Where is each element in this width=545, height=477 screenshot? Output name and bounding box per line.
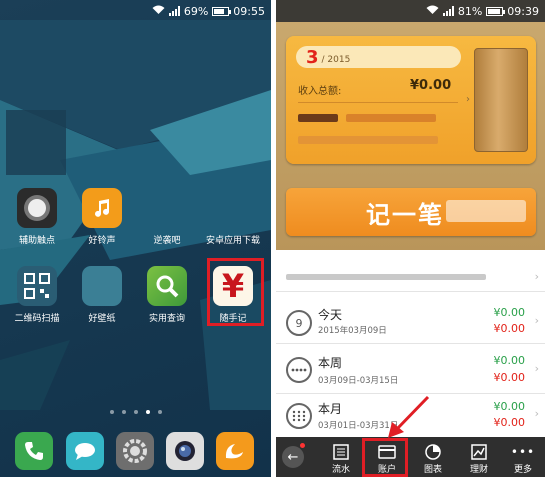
message-icon[interactable] <box>66 432 104 470</box>
row-income: ¥0.00 <box>493 354 526 367</box>
row-income: ¥0.00 <box>493 306 526 319</box>
month-number: 3 <box>306 46 319 68</box>
camera-icon[interactable] <box>166 432 204 470</box>
calendar-month-icon <box>286 403 312 429</box>
highlight-account-tab <box>362 438 408 477</box>
row-income: ¥0.00 <box>493 400 526 413</box>
obscured-text <box>446 200 526 222</box>
bottom-tab-bar: ← 流水 账户 图表 理财 ••• 更多 <box>276 437 545 477</box>
clock: 09:39 <box>507 4 539 18</box>
list-item[interactable]: › <box>276 262 545 292</box>
wallpaper-icon <box>82 266 122 306</box>
list-icon <box>332 443 350 461</box>
tab-finance[interactable]: 理财 <box>456 437 502 477</box>
phone-icon[interactable] <box>15 432 53 470</box>
tab-flow[interactable]: 流水 <box>318 437 364 477</box>
obscured-text <box>286 274 486 280</box>
trend-chart-icon <box>470 443 488 461</box>
circle-button-icon <box>17 188 57 228</box>
row-expense: ¥0.00 <box>493 371 526 384</box>
app-screen: 81% 09:39 3 / 2015 收入总额: ¥0.00 › 记一笔 › 9… <box>276 0 545 477</box>
row-title: 本周 <box>318 356 343 370</box>
row-subtitle: 2015年03月09日 <box>318 326 387 336</box>
month-pill: 3 / 2015 <box>296 46 461 68</box>
signal-icon <box>168 6 180 16</box>
chevron-right-icon: › <box>534 407 539 420</box>
music-note-icon <box>82 188 122 228</box>
tab-more[interactable]: ••• 更多 <box>500 437 545 477</box>
home-screen: 69% 09:55 辅助触点 好铃声 逆袭吧 安卓应用下载 二维码扫描 好壁纸 <box>0 0 271 477</box>
year-label: / 2015 <box>321 54 351 65</box>
pie-chart-icon <box>424 443 442 461</box>
row-expense: ¥0.00 <box>493 322 526 335</box>
income-value: ¥0.00 <box>410 78 452 93</box>
app-nixiba[interactable]: 逆袭吧 <box>133 188 201 246</box>
wifi-icon <box>426 5 439 18</box>
uc-browser-icon[interactable] <box>216 432 254 470</box>
red-arrow-icon <box>388 395 430 438</box>
clock: 09:55 <box>233 4 265 18</box>
app-icon <box>147 188 187 228</box>
record-button[interactable]: 记一笔 <box>286 188 536 236</box>
row-title: 今天 <box>318 308 343 322</box>
obscured-text <box>298 114 338 122</box>
app-qr-scan[interactable]: 二维码扫描 <box>3 266 71 324</box>
summary-card[interactable]: 3 / 2015 收入总额: ¥0.00 › <box>286 36 536 164</box>
app-wallpaper[interactable]: 好壁纸 <box>68 266 136 324</box>
magnifier-icon <box>147 266 187 306</box>
qr-code-icon <box>17 266 57 306</box>
app-query[interactable]: 实用查询 <box>133 266 201 324</box>
obscured-text <box>346 114 436 122</box>
status-bar: 81% 09:39 <box>276 0 545 22</box>
app-android-download[interactable]: 安卓应用下载 <box>199 188 267 246</box>
wallet-image <box>474 48 528 152</box>
row-subtitle: 03月09日-03月15日 <box>318 376 399 386</box>
signal-icon <box>442 6 454 16</box>
chevron-right-icon: › <box>466 94 470 105</box>
chevron-right-icon: › <box>534 314 539 327</box>
battery-icon <box>212 6 232 16</box>
row-title: 本月 <box>318 402 343 416</box>
dock <box>0 428 271 474</box>
calendar-day-icon: 9 <box>286 310 312 336</box>
more-icon: ••• <box>510 445 536 459</box>
calendar-week-icon <box>286 357 312 383</box>
notification-dot <box>300 443 305 448</box>
battery-percent: 69% <box>183 4 209 18</box>
wifi-icon <box>152 5 165 18</box>
divider <box>298 102 458 103</box>
app-assistive-touch[interactable]: 辅助触点 <box>3 188 71 246</box>
tab-chart[interactable]: 图表 <box>410 437 456 477</box>
chevron-right-icon: › <box>534 362 539 375</box>
highlight-suishouji <box>207 258 264 326</box>
battery-icon <box>486 6 506 16</box>
back-arrow-icon[interactable]: ← <box>282 446 304 468</box>
battery-percent: 81% <box>457 4 483 18</box>
row-expense: ¥0.00 <box>493 416 526 429</box>
status-bar: 69% 09:55 <box>0 0 271 22</box>
page-indicator <box>0 410 271 414</box>
chevron-right-icon: › <box>534 270 539 283</box>
settings-icon[interactable] <box>116 432 154 470</box>
app-ringtone[interactable]: 好铃声 <box>68 188 136 246</box>
obscured-text <box>298 136 438 144</box>
income-label: 收入总额: <box>298 86 342 97</box>
list-item-week[interactable]: 本周 03月09日-03月15日 ¥0.00 ¥0.00 › <box>276 346 545 394</box>
list-item-today[interactable]: 9 今天 2015年03月09日 ¥0.00 ¥0.00 › <box>276 300 545 344</box>
download-icon <box>213 188 253 228</box>
